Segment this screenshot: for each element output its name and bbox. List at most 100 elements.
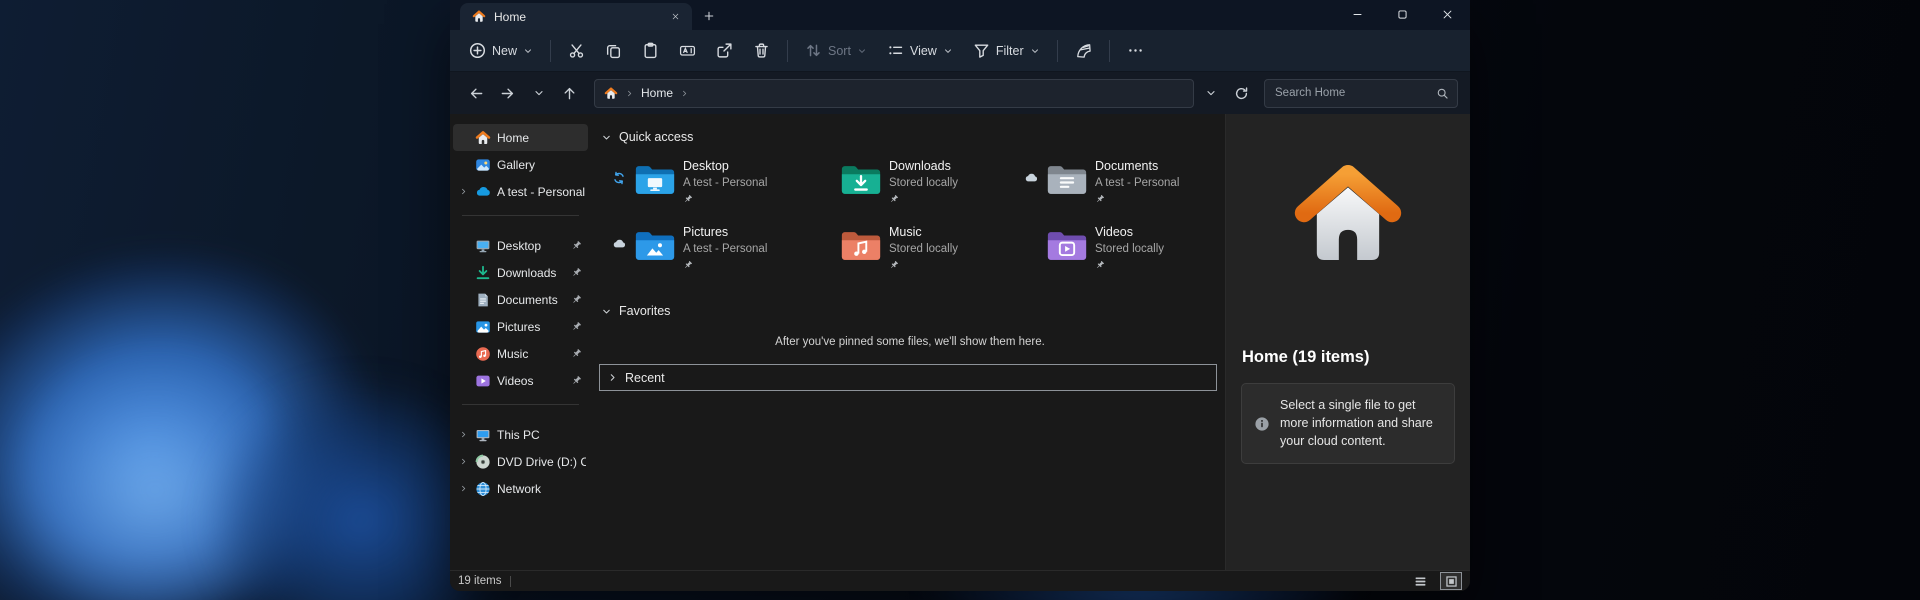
toolbar-button-label: New (492, 43, 518, 58)
filter-button[interactable]: Filter (964, 36, 1049, 65)
new-tab-button[interactable] (696, 3, 722, 29)
tile-subtitle: Stored locally (889, 176, 959, 189)
sidebar-item-desktop[interactable]: Desktop (453, 232, 588, 259)
close-button[interactable] (1425, 0, 1470, 29)
rename-button[interactable] (670, 36, 705, 65)
preview-area (1226, 114, 1470, 322)
refresh-button[interactable] (1227, 79, 1256, 108)
tile-subtitle: Stored locally (1095, 242, 1165, 255)
favorites-empty-text: After you've pinned some files, we'll sh… (775, 336, 1045, 348)
sidebar-item-documents[interactable]: Documents (453, 286, 588, 313)
tile-name: Documents (1095, 159, 1159, 173)
badge-spacer (817, 222, 833, 237)
section-label: Favorites (619, 304, 671, 318)
new-button[interactable]: New (460, 36, 542, 65)
section-header-recent[interactable]: Recent (599, 364, 1217, 391)
pin-icon (571, 375, 586, 386)
folder-documents-icon (1045, 161, 1089, 198)
dvd-icon (475, 454, 492, 470)
view-button[interactable]: View (878, 36, 962, 65)
folder-downloads-icon (839, 161, 883, 198)
content-pane: Quick access Desktop A test - Personal Dow… (591, 114, 1226, 570)
file-explorer-window: Home New Sort View Filter Home Search Ho… (450, 0, 1470, 591)
tab-home[interactable]: Home (460, 3, 692, 30)
section-label: Recent (625, 370, 665, 385)
chevron-down-icon (857, 46, 867, 56)
chevron-down-icon (943, 46, 953, 56)
home-icon (472, 10, 486, 23)
quick-access-tile-documents[interactable]: Documents A test - Personal (1023, 156, 1229, 214)
back-button[interactable] (462, 79, 491, 108)
cloud-icon (1023, 156, 1039, 185)
sidebar-item-home[interactable]: Home (453, 124, 588, 151)
rename-icon (679, 42, 696, 59)
pin-icon (889, 260, 958, 270)
toolbar-button-label: Sort (828, 43, 851, 58)
shell-extension-button[interactable] (1066, 36, 1101, 65)
sidebar-item-label: A test - Personal (497, 184, 586, 199)
sidebar-item-music[interactable]: Music (453, 340, 588, 367)
sidebar-item-label: Network (497, 481, 542, 496)
quick-access-tile-downloads[interactable]: Downloads Stored locally (817, 156, 1023, 214)
scissors-icon (568, 42, 585, 59)
pin-icon (571, 267, 586, 278)
chevron-right-icon[interactable] (457, 457, 470, 466)
music-icon (475, 346, 492, 362)
chevron-right-icon[interactable] (457, 430, 470, 439)
sync-icon (611, 156, 627, 185)
section-header-quick-access[interactable]: Quick access (599, 126, 1221, 148)
tile-name: Desktop (683, 159, 729, 173)
chevron-right-icon[interactable] (457, 187, 470, 196)
tab-close-icon[interactable] (666, 8, 684, 26)
thumbnail-view-button[interactable] (1440, 572, 1462, 590)
downloads-icon (475, 265, 492, 281)
filter-icon (973, 42, 990, 59)
quick-access-tile-desktop[interactable]: Desktop A test - Personal (611, 156, 817, 214)
search-input[interactable] (1273, 86, 1436, 100)
folder-videos-icon (1045, 227, 1089, 264)
section-header-favorites[interactable]: Favorites (599, 300, 1221, 322)
maximize-button[interactable] (1380, 0, 1425, 29)
sidebar-item-downloads[interactable]: Downloads (453, 259, 588, 286)
status-bar: 19 items (450, 570, 1470, 591)
address-dropdown-button[interactable] (1196, 79, 1225, 108)
up-button[interactable] (555, 79, 584, 108)
quick-access-tile-videos[interactable]: Videos Stored locally (1023, 222, 1229, 280)
quick-access-tile-music[interactable]: Music Stored locally (817, 222, 1023, 280)
sidebar-item-gallery[interactable]: Gallery (453, 151, 588, 178)
minimize-button[interactable] (1335, 0, 1380, 29)
more-options-button[interactable] (1118, 36, 1153, 65)
sidebar-item-label: Home (497, 130, 530, 145)
folder-pictures-icon (633, 227, 677, 264)
recent-locations-button[interactable] (524, 79, 553, 108)
share-button[interactable] (707, 36, 742, 65)
chevron-right-icon (607, 372, 618, 383)
search-icon (1436, 87, 1449, 100)
cut-button[interactable] (559, 36, 594, 65)
copy-button[interactable] (596, 36, 631, 65)
tab-bar: Home (450, 0, 1470, 30)
folder-desktop-icon (633, 161, 677, 198)
sidebar-item-network[interactable]: Network (453, 475, 588, 502)
sidebar-item-videos[interactable]: Videos (453, 367, 588, 394)
sidebar-item-pictures[interactable]: Pictures (453, 313, 588, 340)
chevron-right-icon[interactable] (457, 484, 470, 493)
quick-access-tile-pictures[interactable]: Pictures A test - Personal (611, 222, 817, 280)
sidebar-item-label: Documents (497, 292, 558, 307)
delete-button[interactable] (744, 36, 779, 65)
sidebar-item-this-pc[interactable]: This PC (453, 421, 588, 448)
pin-icon (1095, 194, 1179, 204)
details-view-button[interactable] (1409, 572, 1431, 590)
caption-buttons (1335, 0, 1470, 29)
sidebar-item-dvd-drive-d-ccc[interactable]: DVD Drive (D:) CCC (453, 448, 588, 475)
sidebar-item-a-test-personal[interactable]: A test - Personal (453, 178, 588, 205)
folder-music-icon (839, 227, 883, 264)
command-bar: New Sort View Filter (450, 30, 1470, 72)
view-icon (887, 42, 904, 59)
sidebar-divider (462, 404, 579, 405)
forward-button[interactable] (493, 79, 522, 108)
breadcrumb-location[interactable]: Home (641, 86, 673, 100)
sidebar-divider (462, 215, 579, 216)
breadcrumb[interactable]: Home (594, 78, 1194, 108)
paste-button[interactable] (633, 36, 668, 65)
